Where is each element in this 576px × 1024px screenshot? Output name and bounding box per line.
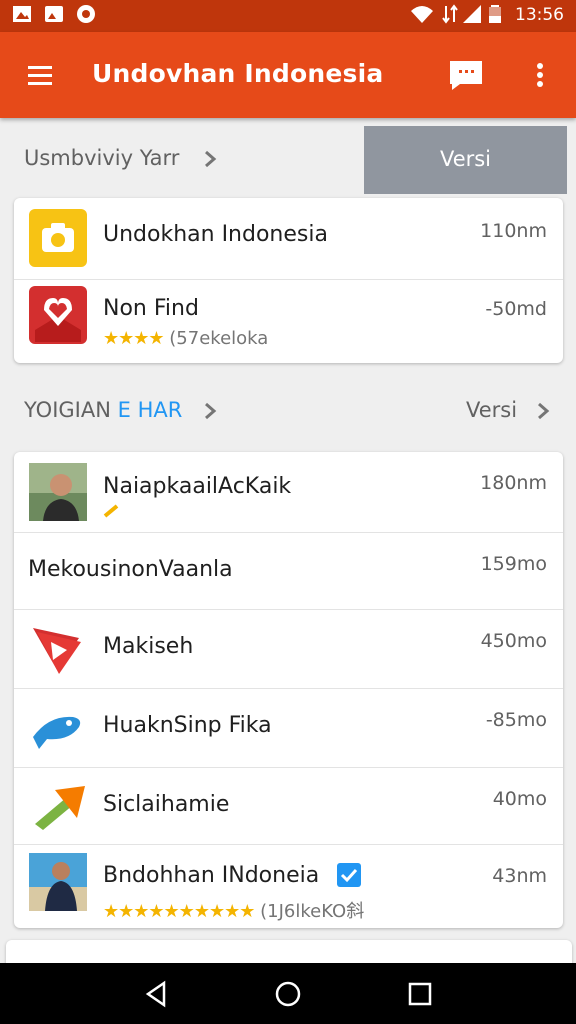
more-options-icon[interactable]	[526, 58, 554, 92]
rating-text: (1J6lkeKO斜	[260, 901, 365, 922]
app-name: HuaknSinp Fika	[103, 713, 272, 738]
person-photo-icon	[29, 463, 87, 521]
app-row[interactable]: Non Find ★★★★ (57ekeloka -50md	[14, 280, 563, 363]
status-bar: 13:56	[0, 0, 576, 32]
fish-icon	[33, 716, 81, 749]
heart-map-icon	[29, 286, 87, 344]
app-size: 180nm	[480, 472, 547, 494]
versi-link[interactable]: Versi	[466, 398, 517, 422]
image-notification-icon	[13, 6, 31, 22]
status-time: 13:56	[515, 5, 564, 25]
section1-title[interactable]: Usmbviviy Yarr	[24, 146, 179, 170]
app-rating: ★★★★ (57ekeloka	[103, 328, 268, 349]
navigation-bar	[0, 963, 576, 1024]
app-name: Undokhan Indonesia	[103, 222, 328, 247]
app-row[interactable]: Makiseh 450mo	[14, 610, 563, 689]
arrow-icon	[35, 786, 85, 830]
feedback-icon[interactable]	[446, 58, 486, 92]
app-name: MekousinonVaanla	[28, 557, 233, 582]
back-icon[interactable]	[142, 979, 172, 1009]
versi-button[interactable]: Versi	[364, 126, 567, 194]
app-bar: Undovhan Indonesia	[0, 32, 576, 118]
battery-icon	[489, 5, 501, 23]
apps-list-card: NaiapkaailAcKaik 180nm MekousinonVaanla …	[14, 452, 563, 928]
app-row[interactable]: Bndohhan INdoneia ★★★★★★★★★★ (1J6lkeKO斜 …	[14, 845, 563, 928]
app-size: 450mo	[480, 630, 547, 652]
section2-title[interactable]: YOIGIAN E HAR	[24, 398, 182, 422]
app-size: 43nm	[492, 865, 547, 887]
chevron-right-icon[interactable]	[536, 402, 550, 420]
app-row[interactable]: Siclaihamie 40mo	[14, 768, 563, 845]
featured-apps-card: Undokhan Indonesia 110nm Non Find ★★★★ (…	[14, 198, 563, 363]
rating-stars: ★★★★★★★★★★	[103, 901, 255, 922]
app-row[interactable]: MekousinonVaanla 159mo	[14, 533, 563, 610]
badge-icon	[103, 504, 119, 518]
app-rating: ★★★★★★★★★★ (1J6lkeKO斜	[103, 897, 364, 923]
app-name: Bndohhan INdoneia	[103, 863, 320, 888]
rating-text: (57ekeloka	[169, 328, 269, 349]
app-size: 110nm	[480, 220, 547, 242]
camera-icon	[29, 209, 87, 267]
app-size: 40mo	[492, 788, 547, 810]
data-icon	[442, 4, 458, 24]
app-name: Makiseh	[103, 634, 194, 659]
rating-stars: ★★★★	[103, 328, 165, 349]
menu-icon[interactable]	[24, 60, 56, 90]
section2-title-a: YOIGIAN	[24, 398, 118, 422]
person-photo-icon	[29, 853, 87, 911]
app-size: -85mo	[485, 709, 547, 731]
app-notification-icon	[77, 5, 95, 23]
photo-notification-icon	[45, 6, 63, 22]
verified-check-icon	[337, 863, 361, 887]
recents-icon[interactable]	[405, 979, 435, 1009]
app-size: 159mo	[480, 553, 547, 575]
wifi-icon	[411, 6, 433, 23]
home-icon[interactable]	[273, 979, 303, 1009]
app-size: -50md	[485, 298, 547, 320]
signal-icon	[463, 5, 481, 23]
app-title: Undovhan Indonesia	[92, 59, 384, 88]
app-row[interactable]: HuaknSinp Fika -85mo	[14, 689, 563, 768]
chevron-right-icon[interactable]	[203, 150, 217, 168]
section2-title-b: E HAR	[117, 398, 183, 422]
app-name: Non Find	[103, 296, 199, 321]
app-name: NaiapkaailAcKaik	[103, 474, 292, 499]
chevron-right-icon[interactable]	[203, 402, 217, 420]
play-icon	[33, 628, 81, 674]
app-name: Siclaihamie	[103, 792, 230, 817]
app-row[interactable]: Undokhan Indonesia 110nm	[14, 198, 563, 280]
app-row[interactable]: NaiapkaailAcKaik 180nm	[14, 452, 563, 533]
